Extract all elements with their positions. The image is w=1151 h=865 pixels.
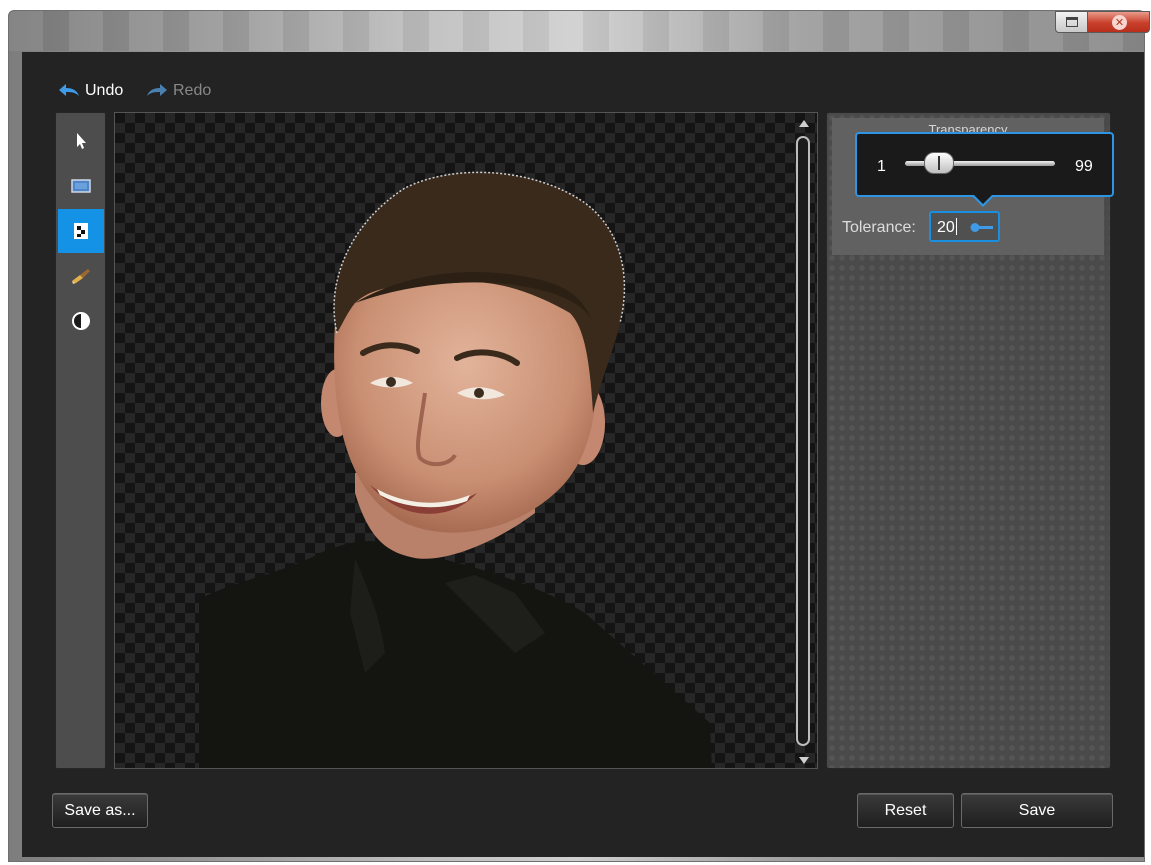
tool-brush[interactable] [58,254,104,298]
tool-select[interactable] [58,119,104,163]
maximize-icon [1066,17,1078,27]
scroll-up-icon[interactable] [799,120,809,127]
crop-icon [71,179,91,193]
image-canvas[interactable] [114,112,818,769]
slider-thumb[interactable] [924,152,955,174]
undo-button[interactable]: Undo [58,80,123,102]
slider-min-label: 1 [877,158,886,175]
undo-label: Undo [85,82,124,99]
save-as-button[interactable]: Save as... [52,793,148,828]
pointer-icon [77,133,86,149]
tolerance-value: 20 [937,219,955,236]
tolerance-slider-popup: 1 99 [855,132,1114,197]
scroll-down-icon[interactable] [799,757,809,764]
vertical-scrollbar[interactable] [794,118,814,768]
slider-toggle-icon[interactable] [969,222,995,234]
popup-pointer-inner [973,194,993,204]
slider-max-label: 99 [1075,158,1093,175]
redo-button[interactable]: Redo [146,80,211,102]
close-button[interactable]: ✕ [1087,11,1150,33]
reset-button[interactable]: Reset [857,793,954,828]
brush-icon [72,269,90,284]
close-icon: ✕ [1112,15,1127,30]
tool-crop[interactable] [58,164,104,208]
redo-icon [147,84,167,96]
maximize-button[interactable] [1055,11,1088,33]
save-button[interactable]: Save [961,793,1113,828]
transparency-icon [74,223,88,239]
contrast-icon [72,312,90,330]
tool-transparency[interactable] [58,209,104,253]
tolerance-field[interactable]: 20 [929,211,1000,242]
tool-strip [55,112,106,769]
undo-icon [59,84,79,96]
tolerance-label: Tolerance: [842,219,916,236]
redo-label: Redo [173,82,212,99]
portrait-image [199,171,712,768]
tool-contrast[interactable] [58,299,104,343]
scroll-thumb[interactable] [796,136,810,746]
